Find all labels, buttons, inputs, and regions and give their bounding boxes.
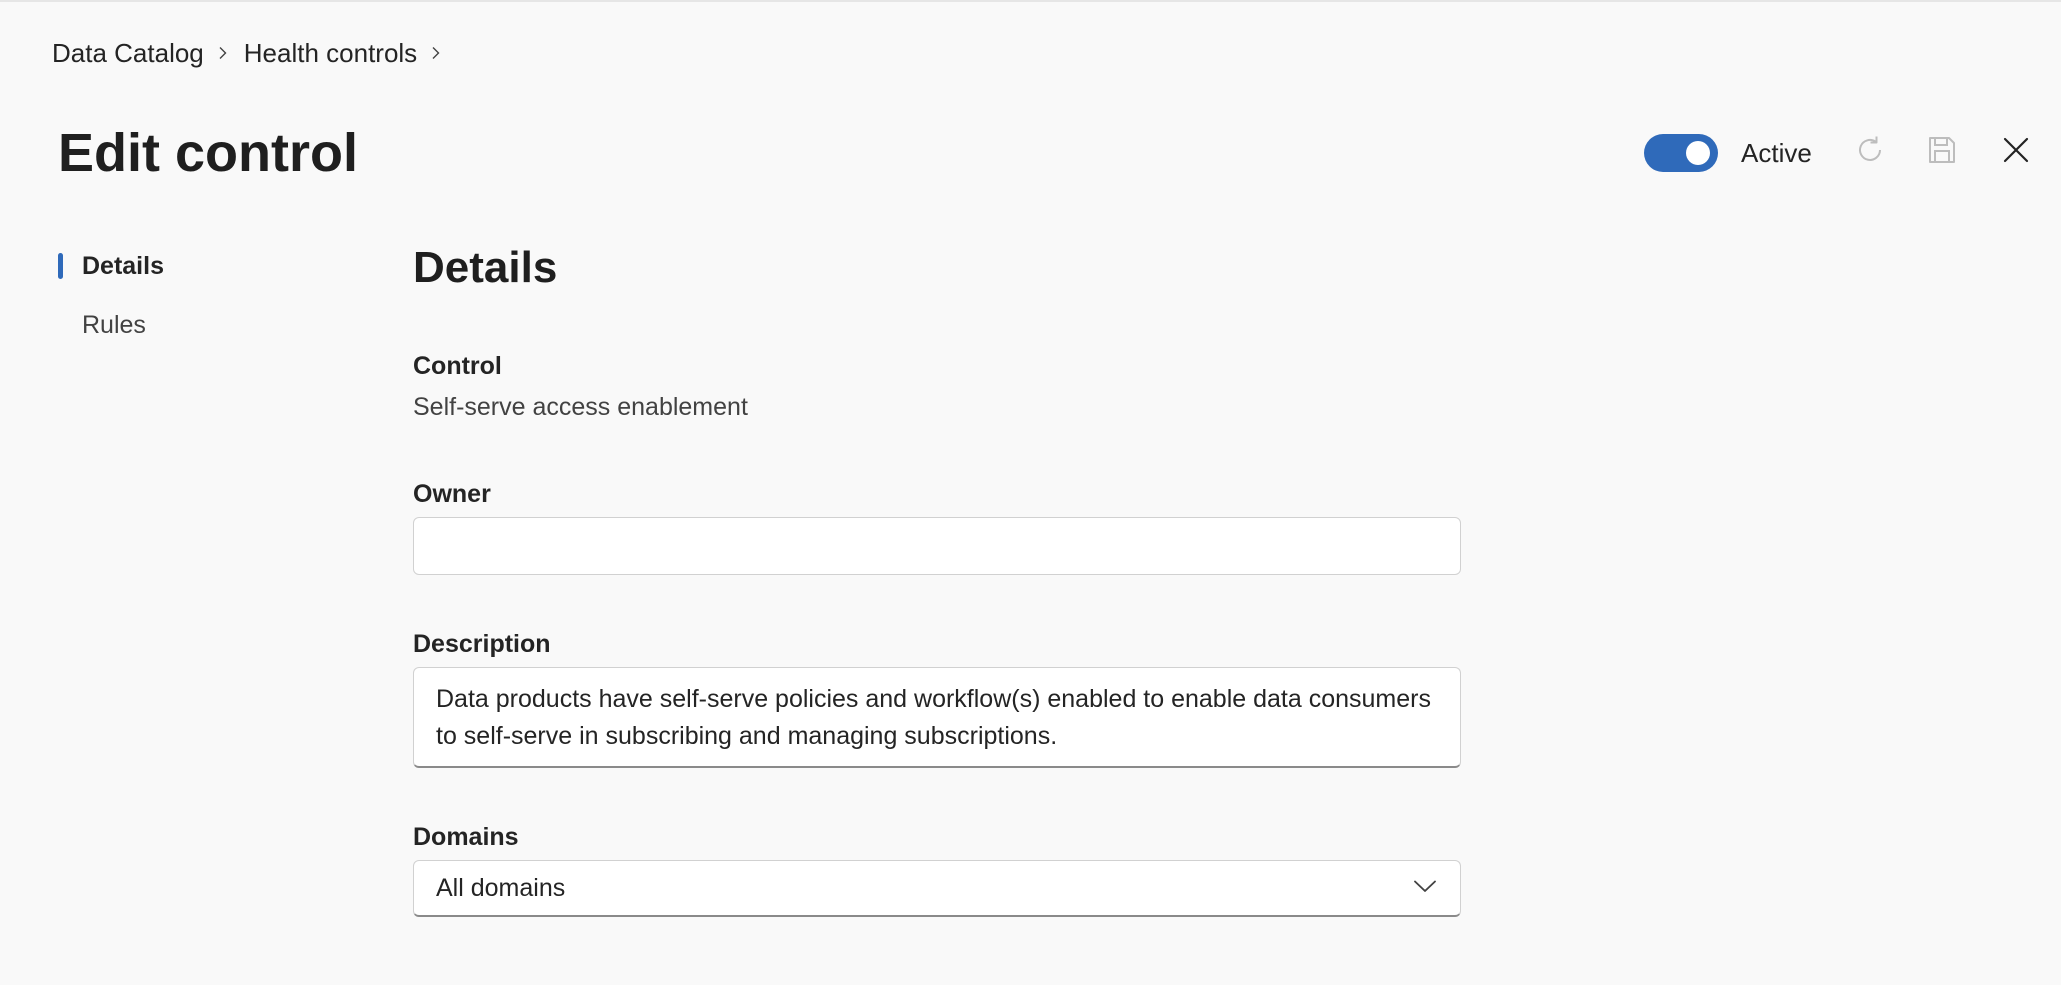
page-title: Edit control xyxy=(58,123,358,183)
section-nav: Details Rules xyxy=(58,248,318,366)
control-label: Control xyxy=(413,352,502,380)
description-textarea[interactable]: Data products have self-serve policies a… xyxy=(413,667,1461,768)
domains-label: Domains xyxy=(413,823,519,851)
domains-selected-value: All domains xyxy=(436,873,566,902)
owner-label: Owner xyxy=(413,480,491,508)
nav-item-rules[interactable]: Rules xyxy=(58,307,318,343)
control-value: Self-serve access enablement xyxy=(413,393,748,421)
chevron-right-icon xyxy=(429,46,443,60)
nav-item-details[interactable]: Details xyxy=(58,248,318,284)
breadcrumb-health-controls[interactable]: Health controls xyxy=(244,36,417,70)
save-icon xyxy=(1925,133,1959,172)
refresh-icon xyxy=(1853,133,1887,172)
domains-dropdown[interactable]: All domains xyxy=(413,860,1461,917)
owner-input[interactable] xyxy=(413,517,1461,575)
section-title: Details xyxy=(413,243,558,292)
refresh-button[interactable] xyxy=(1848,130,1892,174)
description-label: Description xyxy=(413,630,551,658)
nav-item-label: Rules xyxy=(82,311,146,339)
close-button[interactable] xyxy=(1994,130,2038,174)
active-toggle-label: Active xyxy=(1741,138,1812,168)
chevron-right-icon xyxy=(216,46,230,60)
toggle-knob xyxy=(1686,141,1710,165)
breadcrumb-data-catalog[interactable]: Data Catalog xyxy=(52,36,204,70)
save-button[interactable] xyxy=(1920,130,1964,174)
nav-item-label: Details xyxy=(82,252,164,280)
active-toggle[interactable] xyxy=(1644,134,1718,172)
breadcrumb: Data Catalog Health controls xyxy=(52,36,457,70)
selected-indicator xyxy=(58,253,63,279)
close-icon xyxy=(1999,133,2033,172)
chevron-down-icon xyxy=(1412,873,1438,904)
